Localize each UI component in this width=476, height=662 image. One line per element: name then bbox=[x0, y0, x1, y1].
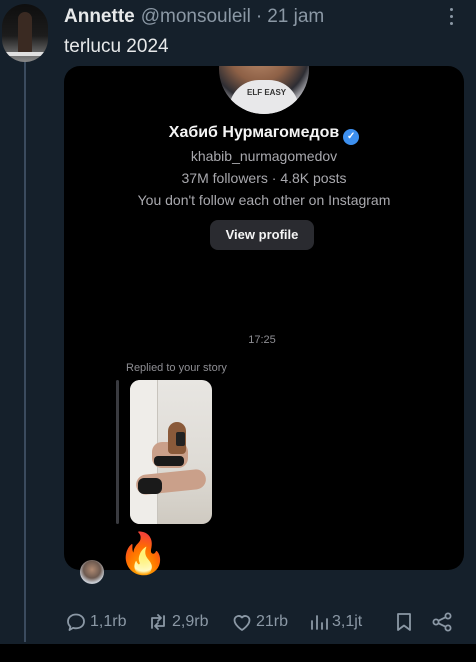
profile-username: khabib_nurmagomedov bbox=[190, 148, 338, 164]
tweet-time[interactable]: 21 jam bbox=[267, 6, 324, 28]
profile-stats: 37M followers · 4.8K posts bbox=[181, 170, 347, 186]
analytics-icon bbox=[311, 615, 328, 630]
reply-button[interactable]: 1,1rb bbox=[64, 610, 126, 634]
like-button[interactable]: 21rb bbox=[230, 610, 288, 634]
retweet-count: 2,9rb bbox=[172, 613, 209, 630]
profile-picture bbox=[219, 66, 309, 114]
bookmark-button[interactable] bbox=[392, 610, 418, 634]
more-options-icon[interactable] bbox=[449, 8, 455, 28]
thread-line bbox=[24, 62, 26, 642]
replied-to-story-label: Replied to your story bbox=[126, 362, 227, 374]
avatar-railing bbox=[2, 52, 48, 56]
views-count: 3,1jt bbox=[332, 613, 363, 630]
follow-status: You don't follow each other on Instagram bbox=[137, 192, 391, 208]
profile-name: Хабиб Нурмагомедов bbox=[168, 124, 340, 141]
view-profile-button: View profile bbox=[210, 220, 314, 250]
verified-badge-icon: ✓ bbox=[343, 129, 360, 145]
profile-name-row: Хабиб Нурмагомедов ✓ bbox=[64, 124, 464, 145]
tweet-text: terlucu 2024 bbox=[64, 36, 169, 57]
reply-indicator-bar bbox=[116, 380, 119, 524]
tweet-actions: 1,1rb 2,9rb 21rb 3,1jt bbox=[64, 610, 464, 634]
like-count: 21rb bbox=[256, 613, 289, 630]
reply-icon bbox=[67, 613, 85, 631]
heart-icon bbox=[233, 615, 251, 631]
story-thumbnail bbox=[130, 380, 212, 524]
author-avatar[interactable] bbox=[2, 4, 48, 62]
author-name[interactable]: Annette bbox=[64, 6, 135, 28]
bottom-divider bbox=[0, 644, 476, 662]
author-handle[interactable]: @monsouleil bbox=[141, 6, 251, 28]
reply-count: 1,1rb bbox=[90, 613, 127, 630]
avatar-figure bbox=[18, 12, 32, 54]
message-timestamp: 17:25 bbox=[248, 334, 276, 346]
retweet-icon bbox=[151, 614, 165, 630]
fire-reaction: 🔥 bbox=[118, 532, 168, 576]
header-separator: · bbox=[255, 6, 263, 27]
share-button[interactable] bbox=[430, 610, 456, 634]
bookmark-icon bbox=[397, 613, 411, 631]
views-button[interactable]: 3,1jt bbox=[308, 610, 362, 634]
tweet-header: Annette @monsouleil · 21 jam bbox=[64, 6, 324, 28]
share-icon bbox=[432, 612, 452, 632]
retweet-button[interactable]: 2,9rb bbox=[146, 610, 208, 634]
tweet-media-image[interactable]: Хабиб Нурмагомедов✓ khabib_nurmagomedov … bbox=[64, 66, 464, 570]
sender-avatar bbox=[80, 560, 104, 584]
